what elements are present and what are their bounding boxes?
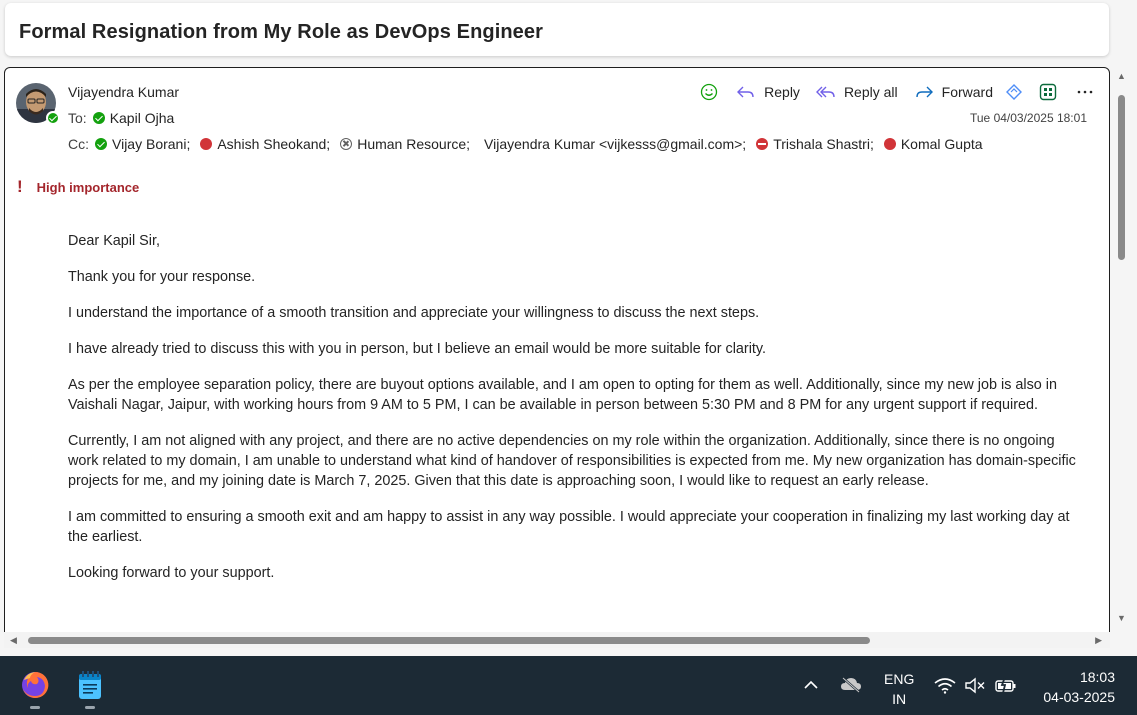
importance-icon: !	[17, 177, 23, 196]
clock-date: 04-03-2025	[1043, 689, 1115, 705]
loop-icon	[1006, 84, 1022, 100]
reply-button[interactable]: Reply	[736, 84, 800, 100]
running-indicator	[30, 706, 40, 709]
reply-icon	[737, 86, 754, 98]
smiley-icon	[700, 83, 718, 101]
body-paragraph: Currently, I am not aligned with any pro…	[68, 433, 1076, 489]
recipient-name: Human Resource;	[357, 136, 471, 152]
to-row: To: Kapil Ojha	[68, 110, 184, 126]
cc-ashish-sheokand[interactable]: Ashish Sheokand;	[200, 136, 330, 152]
forward-button[interactable]: Forward	[914, 84, 993, 100]
cc-vijay-borani[interactable]: Vijay Borani;	[95, 136, 190, 152]
battery-charging-icon	[995, 676, 1016, 694]
clock-time: 18:03	[1079, 669, 1115, 685]
recipient-kapil-ojha[interactable]: Kapil Ojha	[92, 110, 175, 126]
body-paragraph: Looking forward to your support.	[68, 565, 275, 581]
more-actions-button[interactable]	[1077, 89, 1093, 95]
cc-trishala-shastri[interactable]: Trishala Shastri;	[756, 136, 874, 152]
wifi-icon	[934, 678, 956, 694]
onedrive-button[interactable]	[840, 676, 862, 699]
battery-button[interactable]	[994, 676, 1018, 699]
vertical-scrollbar[interactable]: ▲ ▼	[1114, 67, 1130, 627]
horizontal-scroll-thumb[interactable]	[28, 637, 870, 644]
reply-all-button[interactable]: Reply all	[815, 84, 898, 100]
reply-all-icon	[815, 86, 835, 98]
sender-name[interactable]: Vijayendra Kumar	[68, 84, 179, 100]
horizontal-scrollbar[interactable]: ◀ ▶	[4, 632, 1110, 648]
scroll-right-icon[interactable]: ▶	[1095, 635, 1102, 646]
notepad-icon	[79, 671, 101, 699]
message-actions: Reply Reply all Forward	[684, 80, 1093, 104]
apps-grid-icon	[1039, 83, 1057, 101]
region-code: IN	[892, 691, 907, 707]
input-language-indicator[interactable]: ENG IN	[884, 669, 914, 709]
recipient-name: Komal Gupta	[900, 136, 983, 152]
reply-label: Reply	[764, 84, 800, 100]
body-paragraph: Dear Kapil Sir,	[68, 233, 160, 249]
emoji-reaction-button[interactable]	[700, 83, 718, 101]
presence-offline-icon	[340, 138, 353, 150]
taskbar-clock[interactable]: 18:03 04-03-2025	[1043, 667, 1115, 707]
taskbar-notepad[interactable]	[74, 669, 106, 709]
presence-available-icon	[46, 111, 60, 125]
volume-button[interactable]	[964, 677, 986, 699]
body-paragraph: As per the employee separation policy, t…	[68, 377, 1057, 413]
presence-busy-icon	[200, 138, 213, 150]
reply-all-label: Reply all	[843, 84, 898, 100]
recipient-name: Kapil Ojha	[109, 110, 175, 126]
message-card: Vijayendra Kumar To: Kapil Ojha Cc: Vija…	[4, 67, 1110, 642]
forward-icon	[915, 86, 933, 98]
apps-button[interactable]	[1039, 83, 1057, 101]
message-timestamp: Tue 04/03/2025 18:01	[970, 111, 1087, 125]
cloud-offline-icon	[841, 677, 861, 693]
cc-label: Cc:	[68, 136, 89, 152]
presence-dnd-icon	[756, 138, 769, 150]
presence-busy-icon	[883, 138, 896, 150]
body-paragraph: I am committed to ensuring a smooth exit…	[68, 509, 1070, 545]
presence-available-icon	[92, 112, 105, 124]
to-label: To:	[68, 110, 87, 126]
show-hidden-icons-button[interactable]	[802, 676, 820, 699]
wifi-button[interactable]	[934, 677, 956, 699]
cc-vijayendra-kumar[interactable]: Vijayendra Kumar <vijkesss@gmail.com>;	[484, 136, 746, 152]
importance-banner: ! High importance	[17, 177, 139, 197]
vertical-scroll-thumb[interactable]	[1118, 95, 1125, 260]
recipient-name: Ashish Sheokand;	[217, 136, 331, 152]
windows-taskbar: ENG IN 18:03 04-03-2025	[0, 656, 1137, 715]
sender-avatar[interactable]	[16, 83, 60, 125]
running-indicator	[85, 706, 95, 709]
forward-label: Forward	[941, 84, 993, 100]
message-body: Dear Kapil Sir, Thank you for your respo…	[68, 231, 1088, 599]
firefox-icon	[22, 671, 49, 698]
presence-available-icon	[95, 138, 107, 150]
subject-bar: Formal Resignation from My Role as DevOp…	[5, 3, 1109, 56]
taskbar-firefox[interactable]	[19, 669, 51, 709]
loop-button[interactable]	[1005, 83, 1023, 101]
body-paragraph: I understand the importance of a smooth …	[68, 305, 760, 321]
importance-label: High importance	[36, 179, 140, 195]
body-paragraph: I have already tried to discuss this wit…	[68, 341, 767, 357]
recipient-name: Trishala Shastri;	[773, 136, 874, 152]
scroll-down-icon[interactable]: ▼	[1117, 613, 1126, 623]
email-subject: Formal Resignation from My Role as DevOp…	[19, 21, 544, 43]
body-paragraph: Thank you for your response.	[68, 269, 256, 285]
more-icon	[1077, 90, 1093, 94]
volume-muted-icon	[965, 677, 985, 694]
cc-row: Cc: Vijay Borani; Ashish Sheokand; Human…	[68, 136, 993, 152]
cc-human-resource[interactable]: Human Resource;	[340, 136, 470, 152]
recipient-name: Vijay Borani;	[112, 136, 191, 152]
cc-komal-gupta[interactable]: Komal Gupta	[883, 136, 983, 152]
recipient-name: Vijayendra Kumar <vijkesss@gmail.com>;	[484, 136, 747, 152]
scroll-up-icon[interactable]: ▲	[1117, 71, 1126, 81]
chevron-up-icon	[804, 680, 818, 689]
language-code: ENG	[884, 671, 915, 687]
scroll-left-icon[interactable]: ◀	[10, 635, 17, 646]
